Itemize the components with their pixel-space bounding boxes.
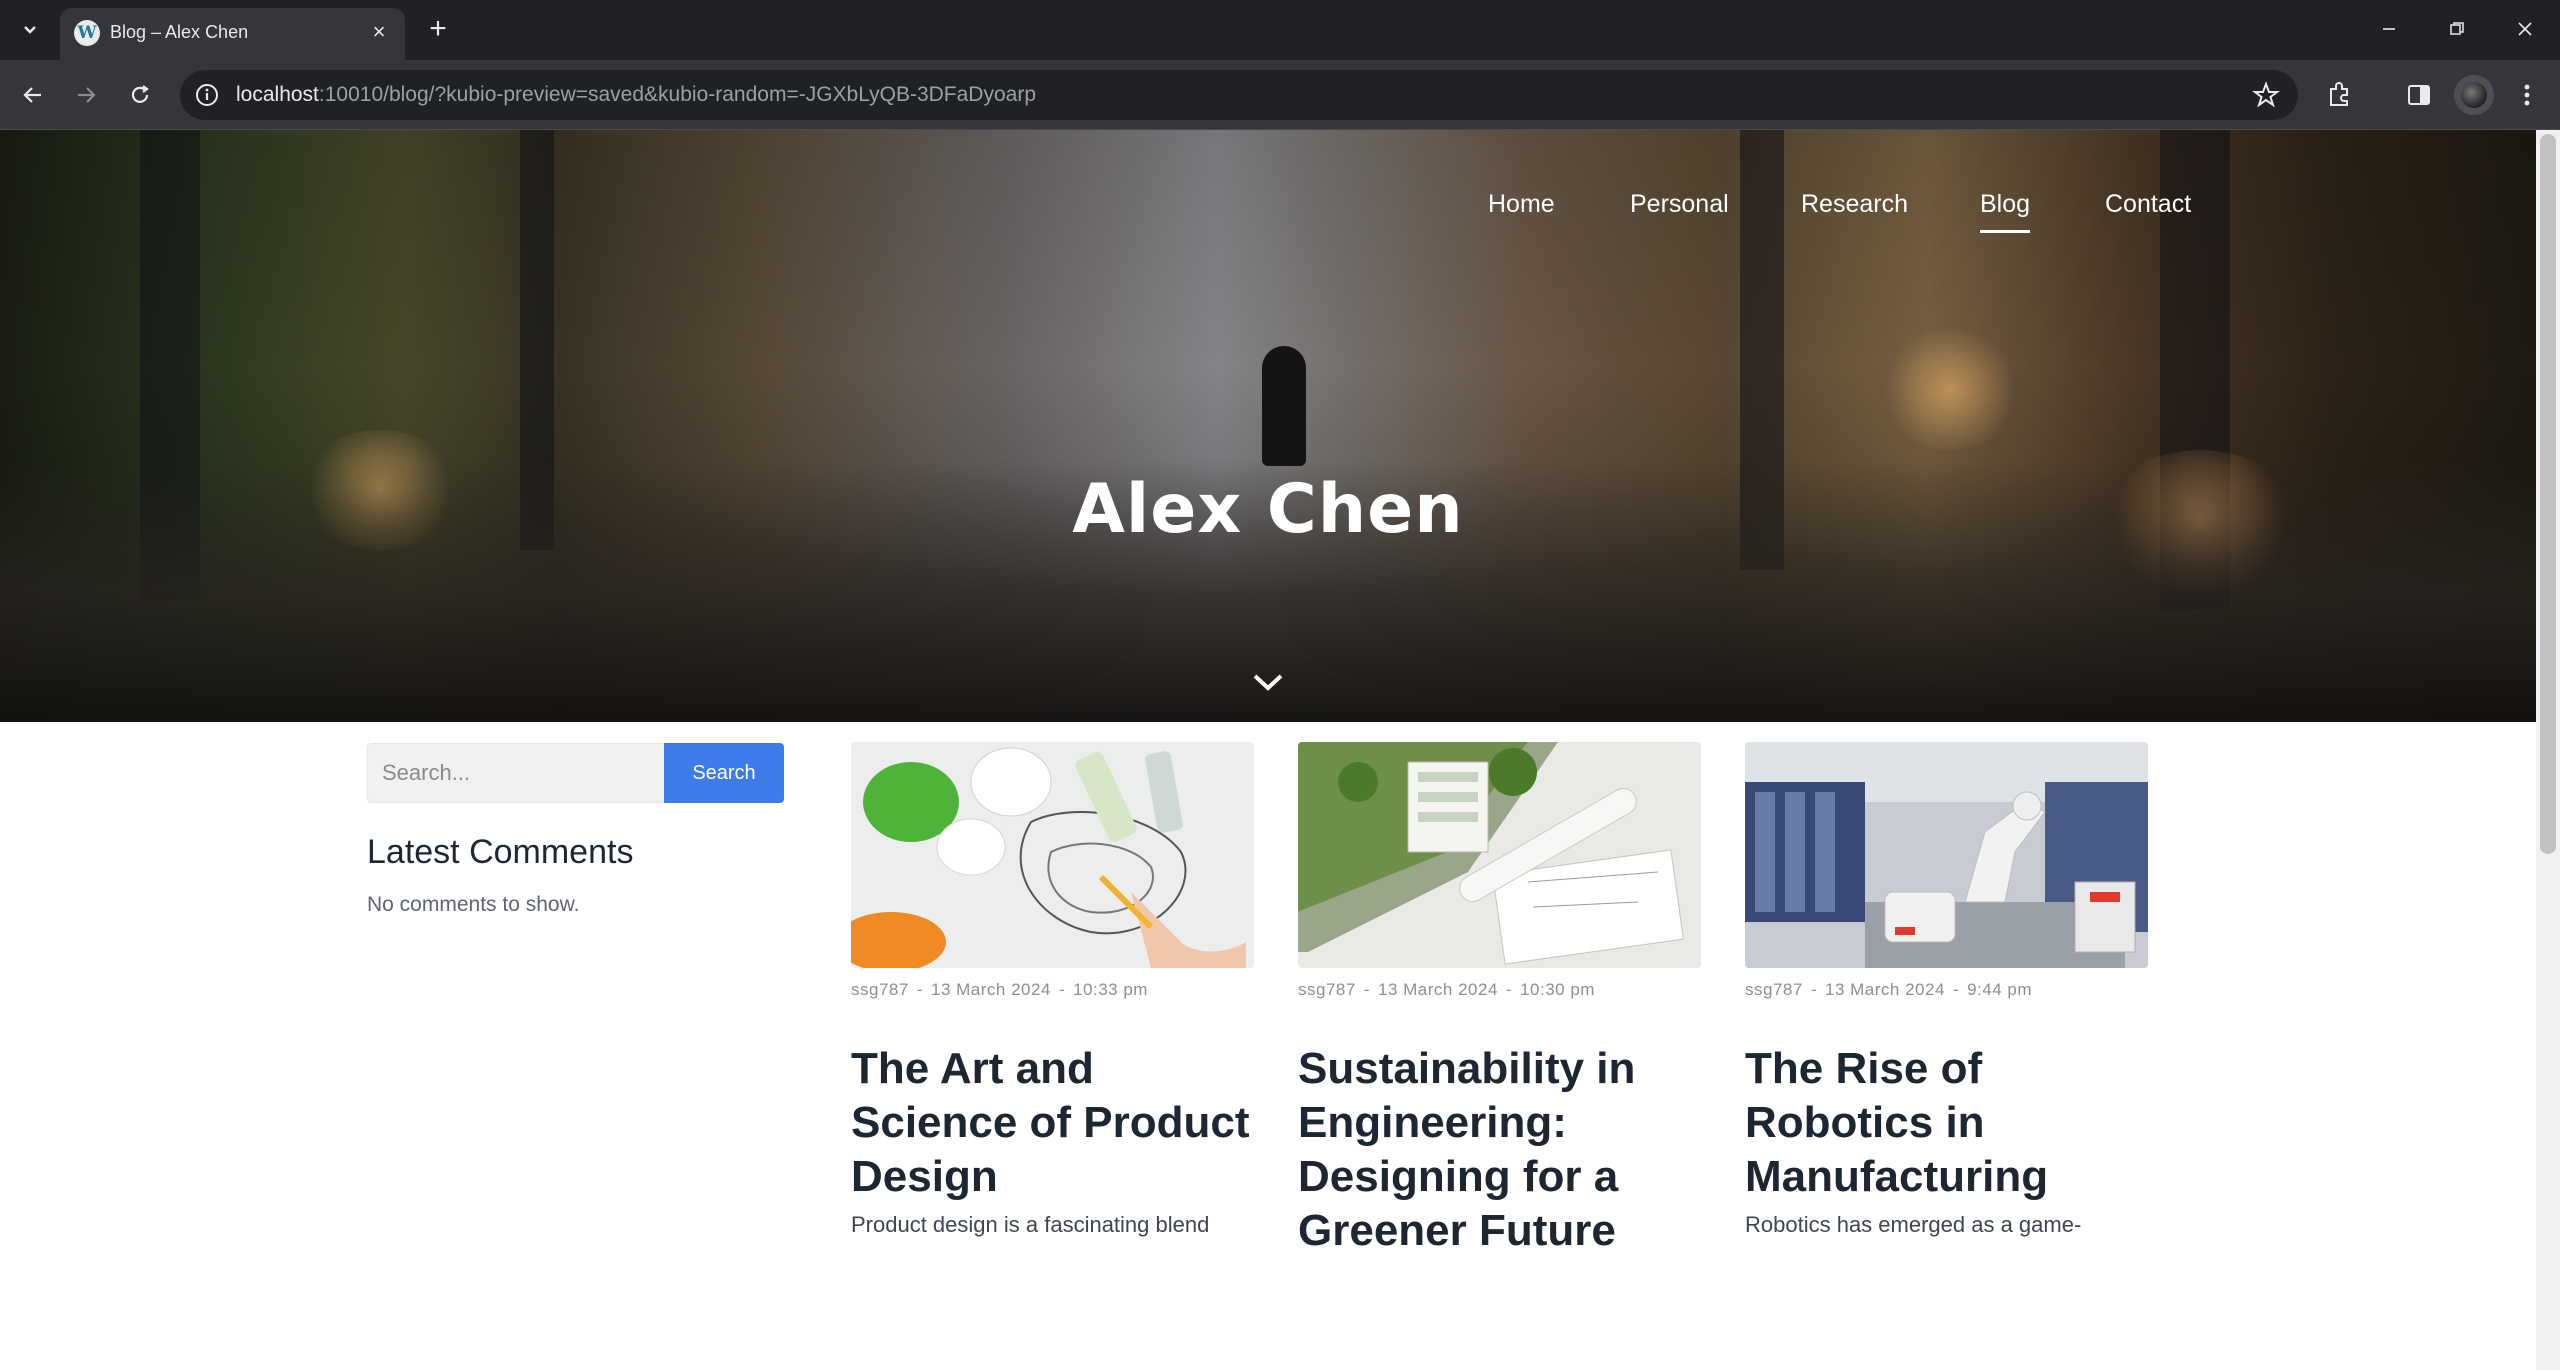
- browser-toolbar: localhost:10010/blog/?kubio-preview=save…: [0, 60, 2560, 130]
- scrollbar-thumb[interactable]: [2540, 134, 2556, 854]
- back-button[interactable]: [14, 76, 52, 114]
- avatar: [2461, 82, 2487, 108]
- tab-close-icon[interactable]: ×: [367, 20, 391, 44]
- info-icon[interactable]: [194, 82, 220, 108]
- restore-icon[interactable]: [2422, 0, 2492, 58]
- post-meta: ssg787-13 March 2024-10:33 pm: [851, 980, 1148, 999]
- post-meta: ssg787-13 March 2024-9:44 pm: [1745, 980, 2033, 999]
- tab-title: Blog – Alex Chen: [110, 22, 249, 42]
- profile-avatar[interactable]: [2454, 75, 2494, 115]
- reload-icon: [131, 85, 149, 103]
- nav-item-personal[interactable]: Personal: [1630, 190, 1729, 219]
- web-page: Home Personal Research Blog Contact Alex…: [0, 130, 2536, 1370]
- post-date[interactable]: 13 March 2024: [1825, 980, 1945, 999]
- new-tab-button[interactable]: +: [420, 12, 456, 48]
- post-date[interactable]: 13 March 2024: [931, 980, 1051, 999]
- latest-comments-title: Latest Comments: [367, 833, 634, 871]
- nav-item-research[interactable]: Research: [1801, 190, 1908, 219]
- post-time: 10:33 pm: [1073, 980, 1148, 999]
- forward-button[interactable]: [67, 76, 105, 114]
- arrow-right-icon: [78, 87, 96, 103]
- extensions-icon[interactable]: [2322, 78, 2356, 112]
- menu-kebab-icon[interactable]: [2510, 78, 2544, 112]
- site-title: Alex Chen: [1072, 470, 1464, 549]
- post-time: 9:44 pm: [1967, 980, 2033, 999]
- post-excerpt: Robotics has emerged as a game-: [1745, 1212, 2082, 1237]
- hero-header: Home Personal Research Blog Contact Alex…: [0, 130, 2536, 722]
- bookmark-star-icon[interactable]: [2252, 81, 2280, 109]
- post-title[interactable]: The Rise of Robotics in Manufacturing: [1745, 1042, 2148, 1204]
- nav-item-contact[interactable]: Contact: [2105, 190, 2191, 219]
- url-text[interactable]: localhost:10010/blog/?kubio-preview=save…: [236, 83, 1036, 107]
- post-title[interactable]: Sustainability in Engineering: Designing…: [1298, 1042, 1701, 1258]
- scroll-down-chevron-icon[interactable]: [1250, 670, 1286, 694]
- tab-search-button[interactable]: [12, 12, 48, 48]
- green-building-model-image[interactable]: [1298, 742, 1701, 968]
- post-author[interactable]: ssg787: [1745, 980, 1803, 999]
- post-author[interactable]: ssg787: [851, 980, 909, 999]
- reload-button[interactable]: [121, 76, 159, 114]
- browser-tab-strip: W Blog – Alex Chen × +: [0, 0, 2560, 60]
- no-comments-text: No comments to show.: [367, 893, 580, 916]
- post-title[interactable]: The Art and Science of Product Design: [851, 1042, 1254, 1204]
- post-time: 10:30 pm: [1520, 980, 1595, 999]
- post-date[interactable]: 13 March 2024: [1378, 980, 1498, 999]
- arrow-left-icon: [23, 87, 41, 103]
- minimize-icon[interactable]: [2354, 0, 2424, 58]
- side-panel-icon[interactable]: [2402, 78, 2436, 112]
- product-design-sketch-image[interactable]: [851, 742, 1254, 968]
- chevron-down-icon: [24, 26, 36, 34]
- hero-person-silhouette: [1262, 346, 1306, 466]
- post-excerpt: Product design is a fascinating blend: [851, 1212, 1210, 1237]
- search-button[interactable]: Search: [664, 743, 784, 803]
- window-close-icon[interactable]: [2490, 0, 2560, 58]
- search-input[interactable]: [367, 743, 664, 803]
- address-bar[interactable]: localhost:10010/blog/?kubio-preview=save…: [180, 70, 2298, 120]
- hero-light-decoration: [1880, 330, 2020, 450]
- nav-item-home[interactable]: Home: [1488, 190, 1555, 219]
- industrial-robot-image[interactable]: [1745, 742, 2148, 968]
- nav-item-blog[interactable]: Blog: [1980, 190, 2031, 233]
- page-scrollbar[interactable]: [2536, 130, 2560, 1370]
- wordpress-icon: W: [74, 20, 100, 46]
- post-meta: ssg787-13 March 2024-10:30 pm: [1298, 980, 1595, 999]
- browser-tab-active[interactable]: W Blog – Alex Chen ×: [60, 8, 405, 60]
- post-author[interactable]: ssg787: [1298, 980, 1356, 999]
